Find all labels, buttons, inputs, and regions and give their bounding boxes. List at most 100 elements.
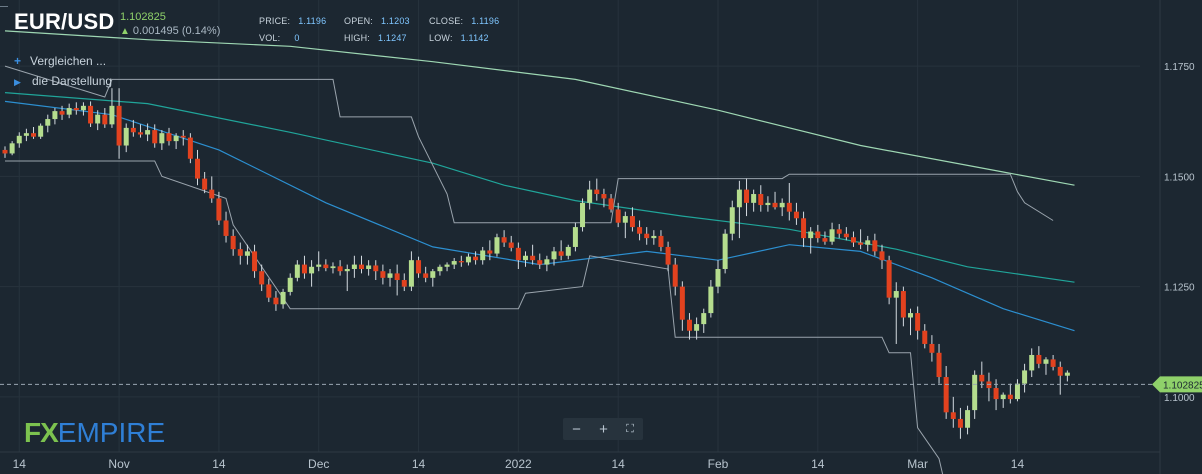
display-label: die Darstellung xyxy=(32,74,113,88)
zoom-out-button[interactable]: − xyxy=(572,421,581,438)
candle xyxy=(80,102,86,116)
candle-body xyxy=(836,229,842,234)
candle-body xyxy=(993,388,999,400)
candle xyxy=(965,405,971,435)
candle-body xyxy=(679,286,685,320)
candle-body xyxy=(38,125,44,137)
candle-body xyxy=(166,133,172,142)
candle xyxy=(801,211,807,247)
candle xyxy=(323,259,329,272)
candle-body xyxy=(658,235,664,247)
candle-body xyxy=(551,251,557,260)
candle xyxy=(686,313,692,340)
candle xyxy=(850,231,856,247)
candle xyxy=(1050,354,1056,371)
play-triangle-icon: ▶ xyxy=(14,77,21,87)
candle-body xyxy=(537,260,543,265)
ma-long-line xyxy=(4,30,1075,186)
candle-body xyxy=(16,135,22,144)
candle xyxy=(644,227,650,245)
x-tick-label: Dec xyxy=(308,457,329,471)
ma-short-line xyxy=(4,100,1075,332)
candle xyxy=(123,123,129,153)
candle xyxy=(950,396,956,428)
candle xyxy=(779,198,785,217)
candle-body xyxy=(444,264,450,267)
candle xyxy=(430,268,436,287)
candle xyxy=(629,207,635,232)
price-chart[interactable]: 1.1750 1.1500 1.1250 1.1000 14 Nov 14 Dec 14 202… xyxy=(0,0,1202,474)
candle xyxy=(886,255,892,305)
candle xyxy=(465,253,471,266)
candle-body xyxy=(822,238,828,242)
candle xyxy=(73,102,79,115)
candle xyxy=(195,149,201,186)
candle-body xyxy=(66,108,72,115)
stat-label: PRICE: xyxy=(259,16,291,26)
candle xyxy=(515,242,521,269)
x-axis: 14 Nov 14 Dec 14 2022 14 Feb 14 Mar 14 xyxy=(13,457,1025,471)
candle-body xyxy=(765,202,771,206)
candle-body xyxy=(694,324,700,331)
candle-body xyxy=(965,410,971,428)
candle xyxy=(187,133,193,164)
candle-body xyxy=(244,251,250,256)
candle xyxy=(815,224,821,243)
candle xyxy=(893,282,899,344)
candle-body xyxy=(900,291,906,318)
stat-label: HIGH: xyxy=(344,33,371,43)
candle xyxy=(301,255,307,279)
candle-body xyxy=(209,189,215,199)
candle xyxy=(530,244,536,265)
candle-body xyxy=(230,235,236,250)
stat-value: 0 xyxy=(294,33,300,43)
x-tick-label: 14 xyxy=(1011,457,1025,471)
candle-body xyxy=(216,198,222,221)
candle-body xyxy=(416,260,422,274)
candle-body xyxy=(366,265,372,269)
candle xyxy=(858,229,864,250)
candle-body xyxy=(587,189,593,203)
candle xyxy=(1014,379,1020,402)
candle-body xyxy=(1000,394,1006,400)
candle-body xyxy=(423,273,429,278)
candle-body xyxy=(872,240,878,252)
display-button[interactable]: ▶ die Darstellung xyxy=(14,74,112,88)
candle xyxy=(558,240,564,261)
zoom-in-button[interactable]: + xyxy=(599,421,608,438)
candle-body xyxy=(786,202,792,212)
candle-body xyxy=(187,137,193,159)
fit-screen-icon[interactable]: ⛶ xyxy=(626,423,634,436)
candle-body xyxy=(116,105,122,146)
candle xyxy=(38,123,44,139)
candle-body xyxy=(722,233,728,269)
candle-body xyxy=(515,247,521,261)
fxempire-logo: FXEMPIRE xyxy=(24,417,165,449)
candle-body xyxy=(252,251,258,272)
candle-body xyxy=(801,218,807,239)
candle xyxy=(793,202,799,225)
x-tick-label: Nov xyxy=(108,457,129,471)
candle-body xyxy=(886,260,892,298)
candle-body xyxy=(95,114,101,124)
candle-body xyxy=(979,374,985,382)
candle-body xyxy=(195,158,201,179)
candle xyxy=(137,124,143,138)
compare-button[interactable]: + Vergleichen ... xyxy=(14,54,106,68)
candle-body xyxy=(280,291,286,305)
candle xyxy=(287,273,293,296)
candle-body xyxy=(829,229,835,242)
stat-value: 1.1196 xyxy=(298,16,327,26)
candle-body xyxy=(323,264,329,269)
candle xyxy=(722,229,728,274)
candle-body xyxy=(458,261,464,263)
candle xyxy=(373,260,379,281)
candle-body xyxy=(473,256,479,261)
candle xyxy=(351,255,357,278)
candle-body xyxy=(644,233,650,239)
candle xyxy=(580,198,586,232)
menu-icon[interactable] xyxy=(0,6,8,7)
candle-body xyxy=(330,266,336,269)
candle-body xyxy=(359,264,364,269)
x-tick-label: 14 xyxy=(13,457,27,471)
